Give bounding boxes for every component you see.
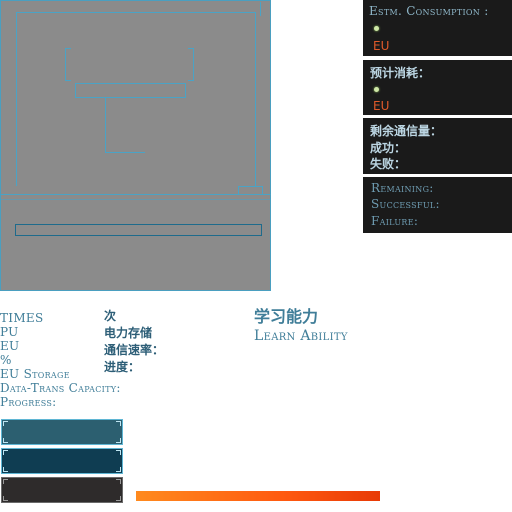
corner-mark: [116, 479, 121, 484]
frame-tick-c: [238, 186, 263, 187]
slot-stem: [105, 97, 106, 153]
corner-mark: [3, 496, 8, 501]
percent-label: %: [0, 353, 12, 367]
slot-bracket-left: [65, 48, 66, 81]
status-indicator-icon: [374, 26, 379, 31]
status-indicator-icon: [374, 87, 379, 92]
data-trans-capacity-label: Data-Trans Capacity:: [0, 381, 121, 395]
corner-mark: [116, 496, 121, 501]
energy-bar-slot: [15, 224, 262, 236]
frame-guide-left: [16, 12, 17, 186]
frame-tick-b: [262, 186, 263, 194]
frame-tick-a: [238, 186, 239, 194]
corner-mark: [116, 450, 121, 455]
slot-bracket-tl: [65, 48, 71, 49]
consumption-unit: EU: [373, 39, 390, 53]
slot-line-right: [185, 83, 186, 97]
frame-guide-top: [16, 12, 256, 13]
progress-label: Progress:: [0, 395, 57, 409]
corner-mark: [3, 438, 8, 443]
machine-frame: [0, 0, 271, 291]
remaining-label: Remaining:: [371, 181, 434, 195]
comm-panel-en: Remaining: Successful: Failure:: [363, 177, 512, 233]
success-label: Successful:: [371, 197, 440, 211]
eu-label: EU: [0, 339, 20, 353]
failure-label: Failure:: [371, 214, 419, 228]
slot-line-left: [75, 83, 76, 97]
consumption-panel: Estm. Consumption : EU: [363, 0, 512, 56]
times-label: TIMES: [0, 311, 44, 325]
comm-rate-label-cn: 通信速率：: [104, 343, 165, 357]
button-normal[interactable]: [1, 419, 123, 445]
times-label-cn: 次: [104, 309, 117, 323]
corner-mark: [116, 438, 121, 443]
frame-divider: [1, 194, 271, 195]
corner-mark: [3, 421, 8, 426]
button-disabled[interactable]: [1, 477, 123, 503]
success-label-cn: 成功：: [370, 141, 407, 155]
consumption-unit-cn: EU: [373, 99, 390, 113]
slot-line-bottom: [75, 97, 186, 98]
corner-mark: [116, 421, 121, 426]
consumption-title: Estm. Consumption :: [369, 4, 489, 18]
frame-guide-right: [255, 12, 256, 186]
eu-storage-label-cn: 电力存储: [104, 326, 153, 340]
slot-line-top: [75, 83, 186, 84]
corner-mark: [116, 467, 121, 472]
learn-ability-title-cn: 学习能力: [254, 307, 319, 326]
learn-ability-title: Learn Ability: [254, 328, 348, 344]
eu-storage-label: EU Storage: [0, 367, 70, 381]
corner-mark: [3, 479, 8, 484]
failure-label-cn: 失败：: [370, 157, 407, 171]
slot-bracket-right: [193, 48, 194, 81]
button-hover[interactable]: [1, 448, 123, 474]
frame-tick-top-right: [260, 2, 261, 16]
corner-mark: [3, 450, 8, 455]
progress-label-cn: 进度：: [104, 360, 141, 374]
comm-panel-cn: 剩余通信量： 成功： 失败：: [363, 118, 512, 174]
progress-bar: [136, 491, 380, 501]
labels-cn: 次 电力存储 通信速率： 进度：: [104, 308, 164, 376]
slot-stem-foot: [105, 152, 145, 153]
consumption-panel-cn: 预计消耗： EU: [363, 60, 512, 115]
slot-bracket-br: [188, 80, 194, 81]
slot-bracket-tr: [188, 48, 194, 49]
corner-mark: [3, 467, 8, 472]
slot-bracket-bl: [65, 80, 71, 81]
frame-divider-2: [1, 199, 271, 200]
labels-en: TIMES PU EU % EU Storage Data-Trans Capa…: [0, 311, 121, 409]
remaining-label-cn: 剩余通信量：: [370, 124, 443, 138]
pu-label: PU: [0, 325, 19, 339]
consumption-title-cn: 预计消耗：: [370, 66, 431, 80]
